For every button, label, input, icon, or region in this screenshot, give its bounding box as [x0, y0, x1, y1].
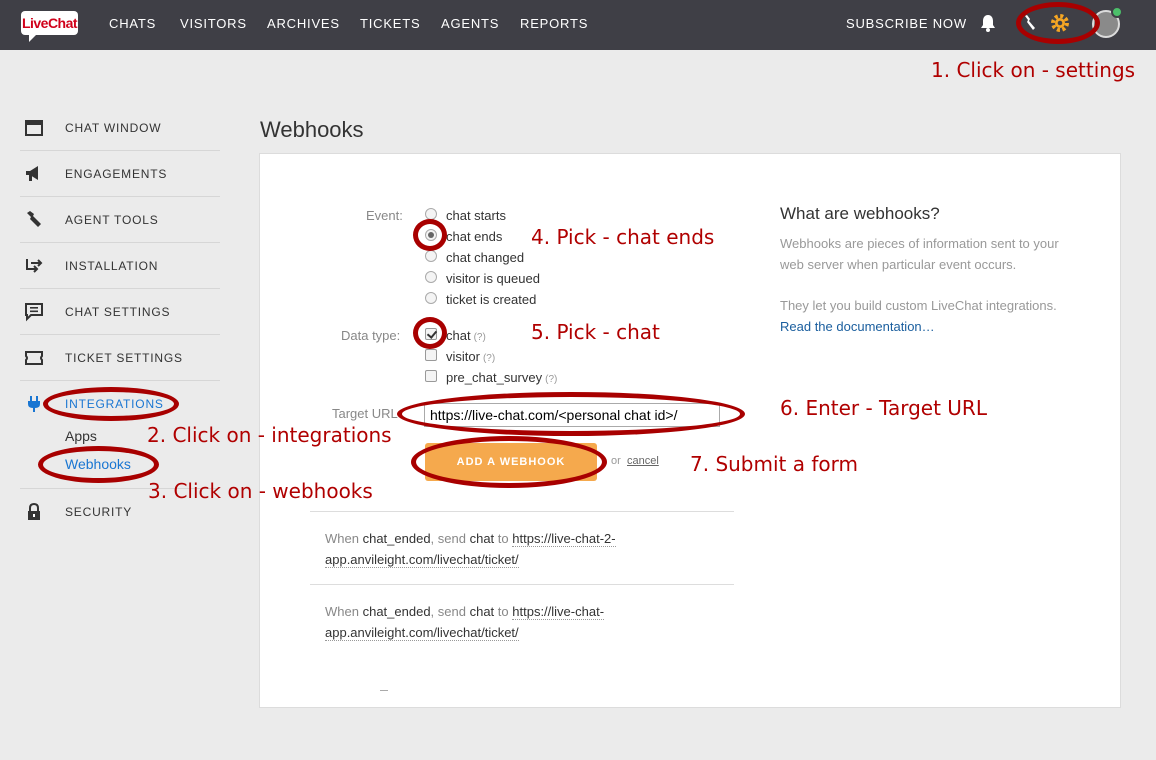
- webhook-send: , send: [430, 531, 466, 546]
- sidebar-item-label: AGENT TOOLS: [65, 213, 159, 227]
- webhook-when: When: [325, 531, 359, 546]
- window-icon: [25, 120, 43, 136]
- plug-icon: [28, 396, 40, 412]
- webhook-divider: [310, 584, 734, 585]
- sidebar-item-engagements[interactable]: ENGAGEMENTS: [20, 151, 220, 197]
- webhook-divider: [310, 511, 734, 512]
- webhook-send: , send: [430, 604, 466, 619]
- online-status-dot: [1111, 6, 1123, 18]
- target-url-label: Target URL: [332, 406, 398, 421]
- sidebar-item-label: TICKET SETTINGS: [65, 351, 183, 365]
- webhook-when: When: [325, 604, 359, 619]
- annotation-ring-target-url: [397, 392, 745, 436]
- megaphone-icon: [26, 166, 38, 181]
- cancel-link[interactable]: cancel: [627, 455, 659, 467]
- data-type-option-label: chat: [446, 328, 471, 343]
- sidebar-item-label: CHAT WINDOW: [65, 121, 162, 135]
- webhook-data-type: chat: [469, 604, 495, 619]
- event-radio-visitor-queued[interactable]: [425, 271, 437, 283]
- nav-chats[interactable]: CHATS: [109, 16, 156, 32]
- read-documentation-link[interactable]: Read the documentation…: [780, 319, 935, 334]
- sidebar-item-ticket-settings[interactable]: TICKET SETTINGS: [20, 335, 220, 381]
- event-option-label: chat starts: [446, 208, 506, 223]
- annotation-step-1: 1. Click on - settings: [931, 58, 1136, 82]
- annotation-step-5: 5. Pick - chat: [531, 320, 660, 344]
- livechat-logo[interactable]: LiveChat: [21, 11, 78, 42]
- data-type-option: chat (?): [446, 328, 486, 343]
- help-mark[interactable]: (?): [483, 353, 495, 364]
- ticket-icon: [25, 351, 43, 365]
- sidebar-item-label: CHAT SETTINGS: [65, 305, 171, 319]
- event-option-label: visitor is queued: [446, 271, 540, 286]
- webhook-event: chat_ended: [362, 604, 431, 619]
- event-radio-ticket-created[interactable]: [425, 292, 437, 304]
- annotation-step-4: 4. Pick - chat ends: [531, 225, 715, 249]
- subscribe-now-link[interactable]: SUBSCRIBE NOW: [846, 16, 967, 32]
- message-icon: [25, 303, 43, 322]
- sidebar-item-agent-tools[interactable]: AGENT TOOLS: [20, 197, 220, 243]
- sidebar-item-chat-window[interactable]: CHAT WINDOW: [20, 105, 220, 151]
- top-navigation-bar: LiveChat CHATS VISITORS ARCHIVES TICKETS…: [0, 0, 1156, 50]
- data-type-checkbox-visitor[interactable]: [425, 349, 437, 361]
- webhook-list-item: When chat_ended, send chat to https://li…: [325, 528, 655, 570]
- sidebar-item-chat-settings[interactable]: CHAT SETTINGS: [20, 289, 220, 335]
- annotation-ring-chat: [413, 317, 447, 349]
- annotation-ring-chat-ends: [413, 219, 447, 251]
- event-option-label: chat ends: [446, 229, 503, 244]
- webhook-list-item: When chat_ended, send chat to https://li…: [325, 601, 655, 643]
- annotation-ring-settings: [1016, 2, 1100, 44]
- wrench-icon: [27, 211, 41, 227]
- sidebar-item-installation[interactable]: INSTALLATION: [20, 243, 220, 289]
- nav-archives[interactable]: ARCHIVES: [267, 16, 340, 32]
- data-type-option-label: pre_chat_survey: [446, 370, 543, 385]
- annotation-ring-integrations: [43, 387, 179, 421]
- help-mark[interactable]: (?): [474, 332, 486, 343]
- info-paragraph-text: They let you build custom LiveChat integ…: [780, 298, 1057, 313]
- event-label: Event:: [366, 208, 403, 223]
- annotation-step-6: 6. Enter - Target URL: [780, 396, 987, 420]
- data-type-option: visitor (?): [446, 349, 495, 364]
- arrows-icon: [26, 259, 43, 273]
- page-title: Webhooks: [260, 117, 364, 142]
- webhook-data-type: chat: [469, 531, 495, 546]
- data-type-option: pre_chat_survey (?): [446, 370, 557, 385]
- nav-tickets[interactable]: TICKETS: [360, 16, 421, 32]
- or-label: or: [611, 455, 621, 467]
- webhook-to: to: [497, 531, 509, 546]
- sidebar-subitem-apps[interactable]: Apps: [65, 428, 97, 444]
- nav-reports[interactable]: REPORTS: [520, 16, 588, 32]
- bell-icon[interactable]: [980, 14, 996, 32]
- event-option-label: ticket is created: [446, 292, 537, 307]
- data-type-checkbox-pre-chat-survey[interactable]: [425, 370, 437, 382]
- sidebar-item-label: ENGAGEMENTS: [65, 167, 168, 181]
- nav-agents[interactable]: AGENTS: [441, 16, 499, 32]
- event-radio-chat-changed[interactable]: [425, 250, 437, 262]
- lock-icon: [28, 502, 40, 520]
- annotation-ring-submit: [411, 436, 607, 488]
- help-mark[interactable]: (?): [545, 374, 557, 385]
- logo-text: LiveChat: [21, 15, 78, 31]
- annotation-ring-webhooks: [38, 446, 159, 483]
- nav-visitors[interactable]: VISITORS: [180, 16, 247, 32]
- data-type-option-label: visitor: [446, 349, 480, 364]
- info-paragraph: They let you build custom LiveChat integ…: [780, 295, 1080, 337]
- data-type-label: Data type:: [341, 328, 401, 343]
- webhook-event: chat_ended: [362, 531, 431, 546]
- webhook-to: to: [497, 604, 509, 619]
- sidebar-item-label: SECURITY: [65, 505, 133, 519]
- footer-dash: [380, 690, 388, 691]
- info-paragraph: Webhooks are pieces of information sent …: [780, 236, 1059, 272]
- event-option-label: chat changed: [446, 250, 525, 265]
- annotation-step-3: 3. Click on - webhooks: [148, 479, 373, 503]
- sidebar-item-label: INSTALLATION: [65, 259, 159, 273]
- annotation-step-7: 7. Submit a form: [690, 452, 858, 476]
- info-title: What are webhooks?: [780, 204, 940, 223]
- annotation-step-2: 2. Click on - integrations: [147, 423, 392, 447]
